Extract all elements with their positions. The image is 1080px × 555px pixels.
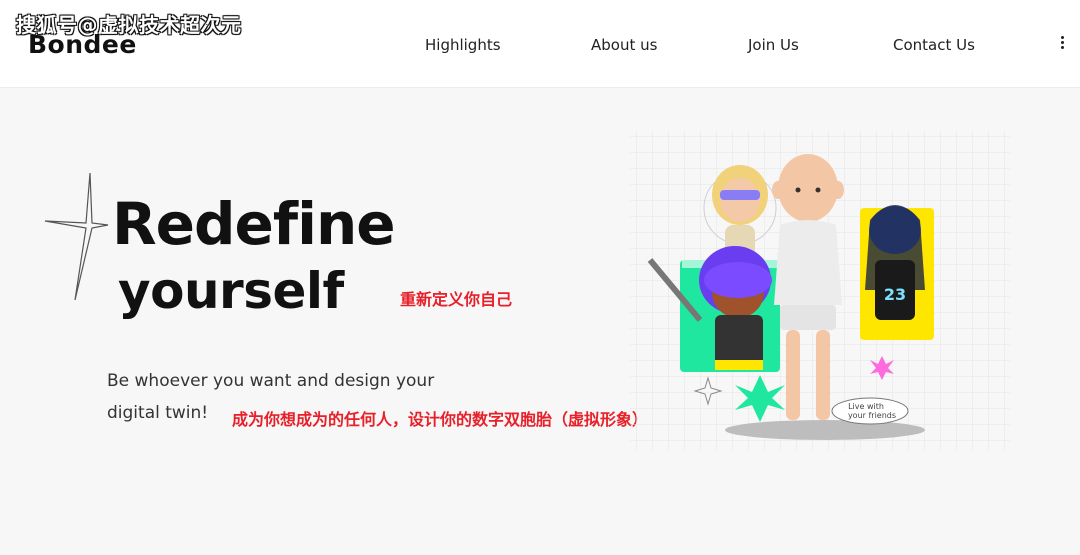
- nav-about-us[interactable]: About us: [591, 36, 657, 54]
- hero-subtitle-chinese: 成为你想成为的任何人，设计你的数字双胞胎（虚拟形象）: [232, 410, 649, 429]
- blue-avatar-card: 23: [860, 205, 934, 340]
- nav-highlights[interactable]: Highlights: [425, 36, 501, 54]
- nav-contact-us[interactable]: Contact Us: [893, 36, 975, 54]
- avatar-illustration: 23 Live with your friends: [630, 130, 1010, 450]
- hero-title-line1: Redefine: [112, 190, 396, 258]
- bubble-line2: your friends: [848, 411, 896, 420]
- hero-subtitle-line1: Be whoever you want and design your: [107, 371, 435, 391]
- ground-shadow: [725, 420, 925, 440]
- live-with-friends-bubble: Live with your friends: [831, 397, 909, 425]
- jersey-number: 23: [884, 285, 906, 304]
- hero-title-line2: yourself: [118, 262, 344, 320]
- hero-title-chinese: 重新定义你自己: [400, 290, 513, 309]
- nav-join-us[interactable]: Join Us: [748, 36, 799, 54]
- sparkle-star-icon: [44, 172, 109, 301]
- watermark-text: 搜狐号@虚拟技术超次元: [16, 13, 242, 37]
- bubble-line1: Live with: [848, 402, 884, 411]
- more-menu-icon[interactable]: [1054, 34, 1070, 56]
